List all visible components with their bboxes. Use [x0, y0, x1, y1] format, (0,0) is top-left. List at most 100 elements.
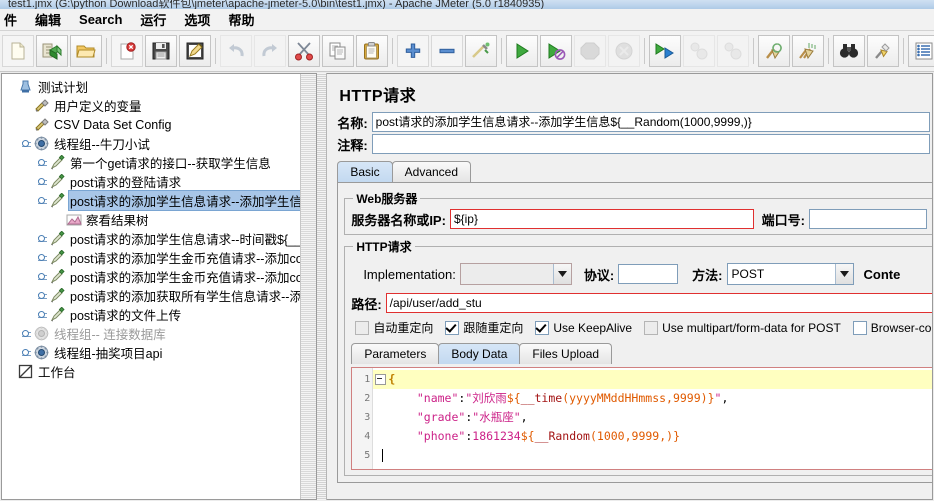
tree-node[interactable]: post请求的添加获取所有学生信息请求--添加header信 — [2, 286, 316, 305]
tree-scroll-area[interactable]: 测试计划 用户定义的变量 CSV Data Set Config 线程组--牛刀小试第… — [2, 74, 317, 499]
stop-remote-all-button[interactable] — [683, 35, 715, 67]
tree-expand-handle-closed-icon[interactable] — [38, 176, 49, 187]
tree-vertical-scrollbar[interactable] — [300, 74, 317, 499]
tree-expand-handle-open-icon[interactable] — [38, 195, 49, 206]
copy-button[interactable] — [322, 35, 354, 67]
tree-node[interactable]: 测试计划 — [2, 77, 316, 96]
http-request-group: HTTP请求 Implementation: 协议: 方法: POST Cont… — [344, 238, 933, 476]
start-no-pauses-button[interactable] — [540, 35, 572, 67]
path-input[interactable]: /api/user/add_stu — [385, 293, 933, 313]
menu-search[interactable]: Search — [70, 10, 131, 29]
body-data-editor[interactable]: 1 2 3 4 5 { "name":"刘欣雨${__time(yyyyMMddHHmm… — [351, 367, 933, 470]
function-list-icon — [915, 42, 933, 60]
tree-node[interactable]: 第一个get请求的接口--获取学生信息 — [2, 153, 316, 172]
tree-node[interactable]: post请求的添加学生信息请求--时间戳${__time(,9999 — [2, 229, 316, 248]
editor-line-numbers: 1 2 3 4 5 — [352, 368, 374, 469]
paste-button[interactable] — [356, 35, 388, 67]
menu-edit[interactable]: 编辑 — [26, 9, 70, 30]
close-button[interactable] — [111, 35, 143, 67]
tree-node[interactable]: 用户定义的变量 — [2, 96, 316, 115]
menu-file[interactable]: 件 — [0, 9, 26, 30]
tree-node-label: CSV Data Set Config — [54, 117, 172, 132]
name-input[interactable]: post请求的添加学生信息请求--添加学生信息${__Random(1000,9… — [371, 112, 930, 132]
fold-collapse-icon[interactable] — [375, 374, 387, 385]
tree-expand-handle-closed-icon[interactable] — [22, 347, 33, 358]
tree-node[interactable]: post请求的文件上传 — [2, 305, 316, 324]
editor-line-number: 2 — [364, 393, 371, 404]
redo-button[interactable] — [254, 35, 286, 67]
function-helper-button[interactable] — [908, 35, 934, 67]
menu-help[interactable]: 帮助 — [219, 9, 263, 30]
tab-basic[interactable]: Basic — [337, 161, 393, 182]
port-input[interactable] — [809, 209, 927, 229]
tree-expand-handle-closed-icon[interactable] — [38, 290, 49, 301]
tree-expand-handle-closed-icon[interactable] — [38, 157, 49, 168]
templates-button[interactable] — [36, 35, 68, 67]
open-button[interactable] — [70, 35, 102, 67]
save-as-button[interactable] — [179, 35, 211, 67]
tree-expand-handle-closed-icon[interactable] — [38, 252, 49, 263]
collapse-all-button[interactable] — [431, 35, 463, 67]
config-element-icon — [33, 117, 50, 133]
comment-input[interactable] — [371, 134, 930, 154]
tree-node-label: 线程组--牛刀小试 — [54, 138, 150, 152]
tree-handle-none — [6, 366, 17, 377]
tab-body-data[interactable]: Body Data — [438, 343, 521, 364]
cut-button[interactable] — [288, 35, 320, 67]
tree-expand-handle-open-icon[interactable] — [22, 138, 33, 149]
menu-run[interactable]: 运行 — [131, 9, 175, 30]
tree-expand-handle-closed-icon[interactable] — [38, 271, 49, 282]
clear-all-button[interactable] — [792, 35, 824, 67]
tab-files-upload[interactable]: Files Upload — [519, 343, 613, 364]
clear-button[interactable] — [758, 35, 790, 67]
tree-node[interactable]: post请求的添加学生金币充值请求--添加cookie --${si — [2, 267, 316, 286]
method-select[interactable]: POST — [726, 263, 854, 285]
shutdown-remote-all-button[interactable] — [717, 35, 749, 67]
search-button[interactable] — [833, 35, 865, 67]
editor-code-area[interactable]: { "name":"刘欣雨${__time(yyyyMMddHHmmss,999… — [373, 368, 933, 469]
shutdown-button[interactable] — [608, 35, 640, 67]
expand-all-button[interactable] — [397, 35, 429, 67]
start-button[interactable] — [506, 35, 538, 67]
browser-compatible-headers-checkbox[interactable]: Browser-compatib — [852, 320, 932, 335]
follow-redirect-checkbox[interactable]: 跟随重定向 — [445, 319, 523, 336]
tab-parameters[interactable]: Parameters — [351, 343, 440, 364]
new-button[interactable] — [2, 35, 34, 67]
toggle-button[interactable] — [465, 35, 497, 67]
tree-node[interactable]: 工作台 — [2, 362, 316, 381]
toolbar-separator — [501, 38, 502, 64]
tree-node[interactable]: 线程组-- 连接数据库 — [2, 324, 316, 343]
panel-splitter[interactable] — [316, 73, 328, 500]
http-sampler-icon — [49, 250, 66, 266]
tree-node[interactable]: 线程组--牛刀小试 — [2, 134, 316, 153]
tree-node-label: 第一个get请求的接口--获取学生信息 — [70, 157, 271, 171]
implementation-select[interactable] — [459, 263, 572, 285]
tree-expand-handle-closed-icon[interactable] — [22, 328, 33, 339]
start-remote-all-button[interactable] — [649, 35, 681, 67]
save-button[interactable] — [145, 35, 177, 67]
protocol-input[interactable] — [618, 264, 679, 284]
remote-stop-icon — [690, 42, 708, 60]
comment-label: 注释: — [337, 137, 368, 153]
use-keepalive-checkbox[interactable]: Use KeepAlive — [535, 320, 632, 335]
tree-node[interactable]: CSV Data Set Config — [2, 115, 316, 134]
use-multipart-checkbox[interactable]: Use multipart/form-data for POST — [644, 320, 841, 335]
stop-button[interactable] — [574, 35, 606, 67]
tree-node[interactable]: post请求的添加学生信息请求--添加学生信息${__Ran — [2, 190, 317, 211]
undo-button[interactable] — [220, 35, 252, 67]
tree-expand-handle-closed-icon[interactable] — [38, 233, 49, 244]
tree-node[interactable]: post请求的登陆请求 — [2, 172, 316, 191]
tree-node[interactable]: 察看结果树 — [2, 210, 316, 229]
tree-expand-handle-closed-icon[interactable] — [38, 309, 49, 320]
editor-line: "grade":"水瓶座", — [416, 410, 528, 424]
server-name-input[interactable]: ${ip} — [449, 209, 754, 229]
tree-node[interactable]: 线程组-抽奖项目api — [2, 343, 316, 362]
tab-advanced[interactable]: Advanced — [391, 161, 472, 182]
tree-handle-none — [22, 119, 33, 130]
editor-line: "name":"刘欣雨${__time(yyyyMMddHHmmss,9999)… — [416, 391, 729, 405]
tree-node[interactable]: post请求的添加学生金币充值请求--添加cookie — [2, 248, 316, 267]
menu-options[interactable]: 选项 — [175, 9, 219, 30]
auto-redirect-checkbox[interactable]: 自动重定向 — [355, 319, 433, 336]
port-label: 端口号: — [761, 212, 805, 228]
reset-search-button[interactable] — [867, 35, 899, 67]
